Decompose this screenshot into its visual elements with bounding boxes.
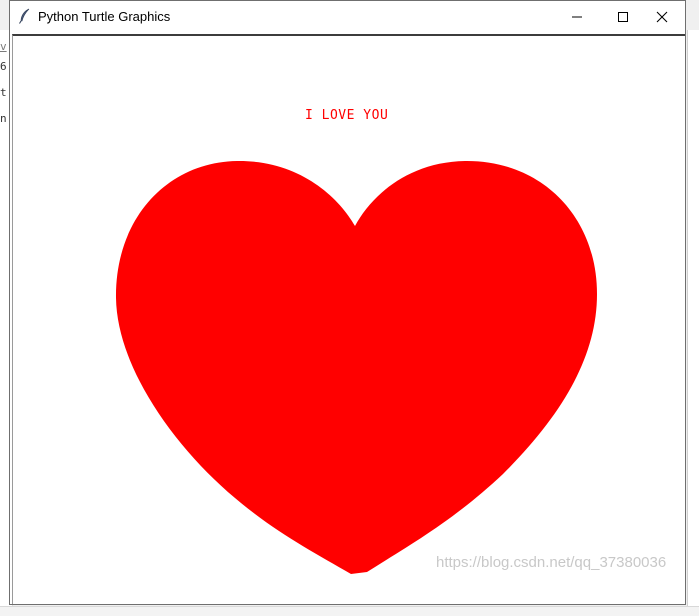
title-bar[interactable]: Python Turtle Graphics [10,1,685,32]
turtle-canvas[interactable]: I LOVE YOU [12,34,685,604]
background-editor-char: v [0,40,7,53]
turtle-graphics-window: Python Turtle Graphics I LOVE YOU [9,0,686,605]
heart-shape [115,160,597,574]
background-editor-char: 6 [0,60,7,73]
close-button[interactable] [639,1,685,32]
maximize-icon [618,12,628,22]
background-editor-char: n [0,112,7,125]
love-message: I LOVE YOU [305,108,389,123]
close-icon [656,11,668,23]
minimize-icon [572,16,582,18]
window-title: Python Turtle Graphics [38,9,171,24]
background-editor-char: t [0,86,7,99]
feather-icon [18,8,32,24]
watermark-text: https://blog.csdn.net/qq_37380036 [436,554,667,571]
minimize-button[interactable] [554,1,600,32]
background-window-edge [687,30,699,615]
